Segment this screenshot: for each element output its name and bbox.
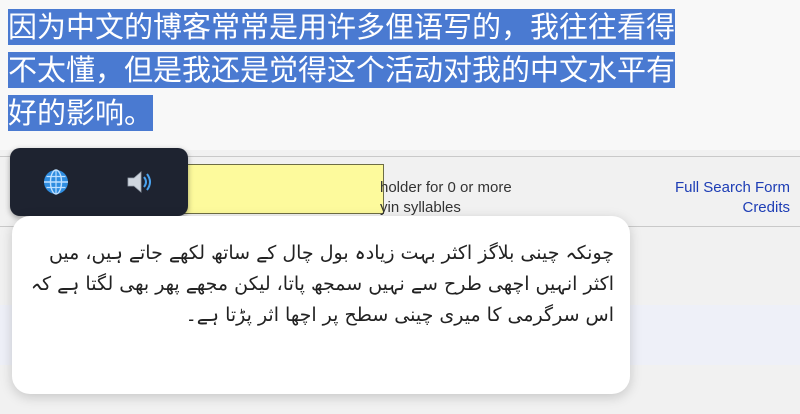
passage-line: 好的影响。 — [8, 95, 154, 131]
credits-link[interactable]: Credits — [675, 198, 790, 218]
header-links: Full Search Form Credits — [675, 178, 790, 218]
passage-line: 不太懂，但是我还是觉得这个活动对我的中文水平有 — [8, 52, 676, 88]
translation-text[interactable]: چونکہ چینی بلاگز اکثر بہت زیادہ بول چال … — [30, 238, 614, 331]
translate-toolbar — [10, 148, 188, 216]
search-input[interactable] — [176, 164, 384, 214]
full-search-form-link[interactable]: Full Search Form — [675, 178, 790, 198]
search-hint: holder for 0 or more yin syllables — [380, 178, 580, 218]
translate-button[interactable] — [40, 166, 72, 198]
selected-passage: 因为中文的博客常常是用许多俚语写的，我往往看得 不太懂，但是我还是觉得这个活动对… — [0, 0, 800, 150]
speaker-icon — [127, 171, 151, 193]
passage-text[interactable]: 因为中文的博客常常是用许多俚语写的，我往往看得 不太懂，但是我还是觉得这个活动对… — [8, 6, 788, 135]
hint-line: holder for 0 or more — [380, 179, 512, 196]
passage-line: 因为中文的博客常常是用许多俚语写的，我往往看得 — [8, 9, 676, 45]
read-aloud-button[interactable] — [124, 166, 156, 198]
globe-icon — [44, 169, 68, 195]
hint-line: yin syllables — [380, 199, 461, 216]
translation-card: چونکہ چینی بلاگز اکثر بہت زیادہ بول چال … — [12, 216, 630, 394]
